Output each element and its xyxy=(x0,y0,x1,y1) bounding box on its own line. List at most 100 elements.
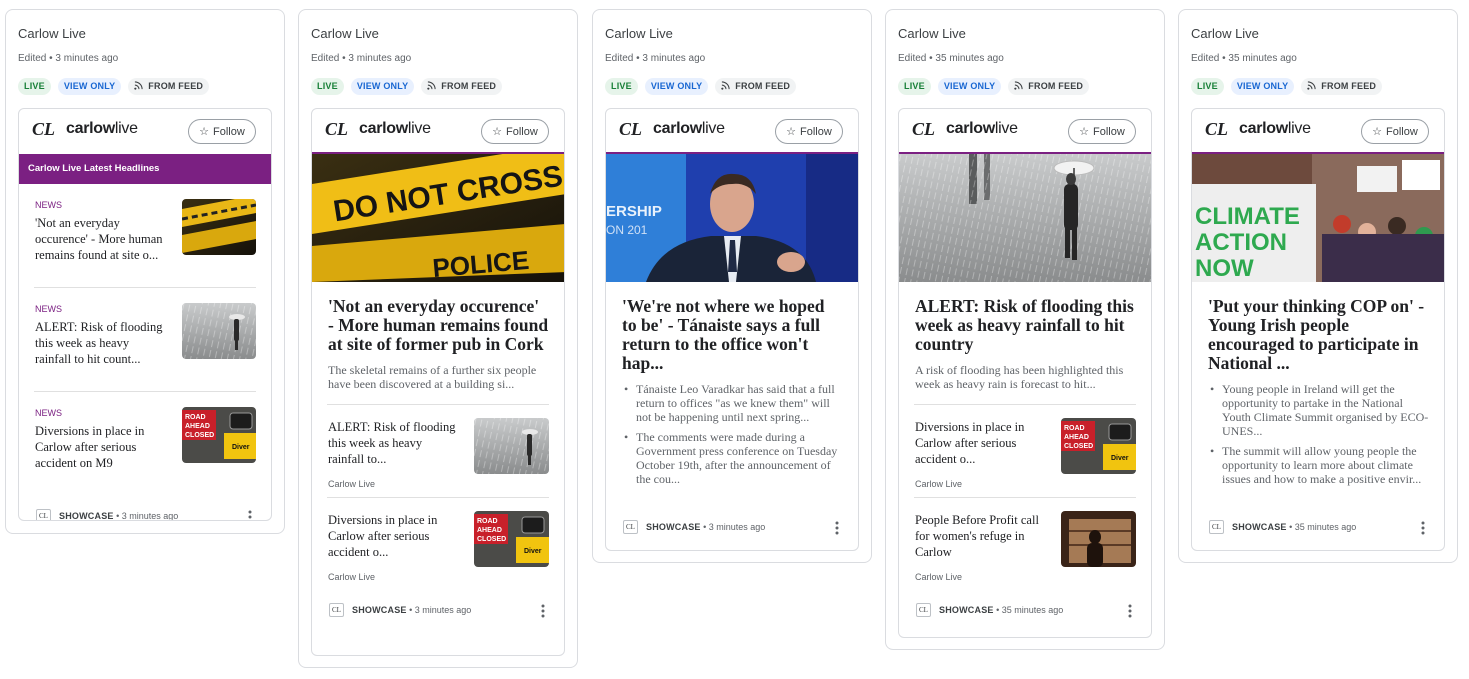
road-sign-line-1: ROAD xyxy=(477,518,498,525)
headline[interactable]: ALERT: Risk of flooding this week as hea… xyxy=(35,319,163,367)
carlowlive-logo-icon: CL xyxy=(916,603,931,617)
follow-button[interactable]: ☆ Follow xyxy=(188,119,256,144)
hero-headline[interactable]: ALERT: Risk of flooding this week as hea… xyxy=(915,297,1136,354)
showcase-label: SHOWCASE xyxy=(352,605,407,615)
footer-time: • 3 minutes ago xyxy=(116,511,179,521)
card-footer: CL SHOWCASE • 3 minutes ago xyxy=(621,507,843,550)
carlowlive-logo-icon: CL xyxy=(1209,520,1224,534)
list-item[interactable]: NEWS Diversions in place in Carlow after… xyxy=(34,392,256,496)
headline[interactable]: 'Not an everyday occurence' - More human… xyxy=(35,215,163,263)
police-tape-hero-image[interactable]: DO NOT CROSS POLICE xyxy=(312,154,564,282)
hero-snippet: A risk of flooding has been highlighted … xyxy=(915,363,1124,391)
view-only-badge: VIEW ONLY xyxy=(644,78,709,95)
showcase-card-4[interactable]: Carlow Live Edited • 35 minutes ago LIVE… xyxy=(885,9,1165,650)
carlowlive-logo: CL carlowlive xyxy=(912,120,1018,138)
badge-row: LIVE VIEW ONLY FROM FEED xyxy=(1191,78,1383,95)
preview-card[interactable]: CL carlowlive ☆ Follow ERSHIP ON 201 'We'r… xyxy=(605,108,859,551)
view-only-badge: VIEW ONLY xyxy=(350,78,415,95)
from-feed-label: FROM FEED xyxy=(441,81,497,91)
brand-name: carlowlive xyxy=(1239,120,1311,137)
category-label: NEWS xyxy=(35,408,62,418)
follow-button[interactable]: ☆ Follow xyxy=(481,119,549,144)
more-vert-icon[interactable] xyxy=(245,509,255,521)
svg-text:CL: CL xyxy=(32,120,55,138)
preview-card[interactable]: CL carlowlive ☆ Follow DO NOT CROSS POLICE… xyxy=(311,108,565,656)
list-item[interactable]: NEWS ALERT: Risk of flooding this week a… xyxy=(34,288,256,392)
rss-icon xyxy=(1014,81,1023,90)
brand-header: CL carlowlive ☆ Follow xyxy=(606,109,858,154)
card-title: Carlow Live xyxy=(1191,26,1259,41)
list-item[interactable]: NEWS 'Not an everyday occurence' - More … xyxy=(34,184,256,288)
follow-button[interactable]: ☆ Follow xyxy=(1361,119,1429,144)
hero-headline[interactable]: 'We're not where we hoped to be' - Tánai… xyxy=(622,297,843,373)
carlowlive-logo-icon: CL xyxy=(912,120,935,138)
related-article[interactable]: Diversions in place in Carlow after seri… xyxy=(914,404,1136,497)
road-sign-line-2: AHEAD xyxy=(1064,434,1089,441)
card-title: Carlow Live xyxy=(898,26,966,41)
carlowlive-logo-icon: CL xyxy=(36,509,51,520)
related-headline[interactable]: ALERT: Risk of flooding this week as hea… xyxy=(328,419,458,467)
hero-snippet: The skeletal remains of a further six pe… xyxy=(328,363,537,391)
from-feed-badge: FROM FEED xyxy=(1301,78,1383,95)
showcase-card-1[interactable]: Carlow Live Edited • 3 minutes ago LIVE … xyxy=(5,9,285,534)
road-closed-thumbnail: ROAD AHEAD CLOSED Diver xyxy=(1061,418,1136,474)
bullet-point: The summit will allow young people the o… xyxy=(1208,444,1429,486)
view-only-badge: VIEW ONLY xyxy=(937,78,1002,95)
road-sign-line-1: ROAD xyxy=(1064,425,1085,432)
live-badge: LIVE xyxy=(605,78,638,95)
edited-timestamp: Edited • 35 minutes ago xyxy=(898,53,1004,64)
badge-row: LIVE VIEW ONLY FROM FEED xyxy=(605,78,797,95)
rss-icon xyxy=(134,81,143,90)
hero-headline[interactable]: 'Put your thinking COP on' - Young Irish… xyxy=(1208,297,1429,373)
hero-body: 'Not an everyday occurence' - More human… xyxy=(312,282,564,392)
related-article[interactable]: Diversions in place in Carlow after seri… xyxy=(327,497,549,590)
more-vert-icon[interactable] xyxy=(1418,520,1428,536)
headline[interactable]: Diversions in place in Carlow after seri… xyxy=(35,423,163,471)
follow-button[interactable]: ☆ Follow xyxy=(775,119,843,144)
related-source: Carlow Live xyxy=(328,479,376,489)
related-headline[interactable]: People Before Profit call for women's re… xyxy=(915,512,1045,560)
from-feed-badge: FROM FEED xyxy=(715,78,797,95)
from-feed-label: FROM FEED xyxy=(1028,81,1084,91)
more-vert-icon[interactable] xyxy=(832,520,842,536)
showcase-card-5[interactable]: Carlow Live Edited • 35 minutes ago LIVE… xyxy=(1178,9,1458,563)
card-title: Carlow Live xyxy=(18,26,86,41)
brand-header: CL carlowlive ☆ Follow xyxy=(899,109,1151,154)
showcase-card-3[interactable]: Carlow Live Edited • 3 minutes ago LIVE … xyxy=(592,9,872,563)
carlowlive-logo-icon: CL xyxy=(32,120,55,138)
footer-meta: SHOWCASE • 3 minutes ago xyxy=(59,511,179,521)
diversion-sign-text: Diver xyxy=(524,548,542,555)
from-feed-label: FROM FEED xyxy=(735,81,791,91)
climate-protest-hero-image[interactable]: CLIMATE ACTION NOW xyxy=(1192,154,1444,282)
footer-time: • 3 minutes ago xyxy=(703,522,766,532)
preview-card[interactable]: CL carlowlive ☆ Follow Carlow Live Latest… xyxy=(18,108,272,521)
preview-card[interactable]: CL carlowlive ☆ Follow CLIMATE ACTION NOW '… xyxy=(1191,108,1445,551)
footer-meta: SHOWCASE • 35 minutes ago xyxy=(1232,522,1356,532)
related-article[interactable]: People Before Profit call for women's re… xyxy=(914,497,1136,590)
showcase-card-2[interactable]: Carlow Live Edited • 3 minutes ago LIVE … xyxy=(298,9,578,668)
preview-card[interactable]: CL carlowlive ☆ Follow ALERT: Risk of flo… xyxy=(898,108,1152,638)
podium-text-2: ON 201 xyxy=(606,223,648,237)
follow-label: Follow xyxy=(1386,125,1418,138)
from-feed-label: FROM FEED xyxy=(1321,81,1377,91)
follow-button[interactable]: ☆ Follow xyxy=(1068,119,1136,144)
brand-name: carlowlive xyxy=(946,120,1018,137)
related-headline[interactable]: Diversions in place in Carlow after seri… xyxy=(915,419,1045,467)
speaker-hero-image[interactable]: ERSHIP ON 201 xyxy=(606,154,858,282)
category-label: NEWS xyxy=(35,200,62,210)
road-sign-line-1: ROAD xyxy=(185,414,206,421)
live-badge: LIVE xyxy=(1191,78,1224,95)
sign-line-1: CLIMATE xyxy=(1195,203,1300,230)
hero-headline[interactable]: 'Not an everyday occurence' - More human… xyxy=(328,297,549,354)
related-headline[interactable]: Diversions in place in Carlow after seri… xyxy=(328,512,458,560)
more-vert-icon[interactable] xyxy=(538,603,548,619)
diversion-sign-text: Diver xyxy=(1111,455,1129,462)
bullet-point: Tánaiste Leo Varadkar has said that a fu… xyxy=(622,382,843,424)
from-feed-badge: FROM FEED xyxy=(421,78,503,95)
related-article[interactable]: ALERT: Risk of flooding this week as hea… xyxy=(327,404,549,497)
svg-text:CL: CL xyxy=(325,120,348,138)
carlowlive-logo-icon: CL xyxy=(623,520,638,534)
more-vert-icon[interactable] xyxy=(1125,603,1135,619)
rain-hero-image[interactable] xyxy=(899,154,1151,282)
footer-meta: SHOWCASE • 3 minutes ago xyxy=(646,522,765,532)
